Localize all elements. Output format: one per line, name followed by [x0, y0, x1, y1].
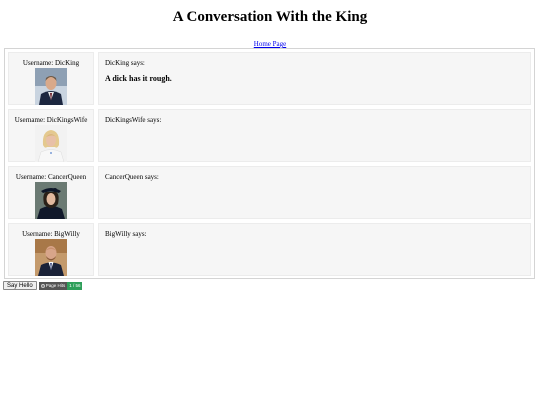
- says-label: DicKing says:: [105, 59, 145, 67]
- post-row: Username: CancerQueen CancerQueen says:: [8, 166, 531, 219]
- say-hello-button[interactable]: Say Hello: [3, 281, 37, 290]
- avatar: [35, 239, 67, 276]
- avatar: [35, 182, 67, 219]
- home-page-link[interactable]: Home Page: [254, 40, 286, 48]
- home-link-container: Home Page: [0, 33, 540, 48]
- says-label: CancerQueen says:: [105, 173, 159, 181]
- page-title: A Conversation With the King: [172, 9, 368, 25]
- username-label: Username: BigWilly: [22, 230, 80, 238]
- eye-icon: [40, 283, 45, 288]
- user-cell: Username: BigWilly: [8, 223, 94, 276]
- page-hits-count: 1 / 56: [67, 281, 83, 290]
- footer: Say Hello Page Hits 1 / 56: [3, 281, 83, 290]
- message-cell: DicKing says: A dick has it rough.: [98, 52, 531, 105]
- page-hits-label: Page Hits: [45, 282, 66, 288]
- username-label: Username: DicKing: [22, 59, 80, 67]
- page-hits-label-box: Page Hits: [38, 281, 68, 290]
- avatar: [35, 125, 67, 162]
- says-label: BigWilly says:: [105, 230, 147, 238]
- post-row: Username: BigWilly BigWilly says:: [8, 223, 531, 276]
- avatar: [35, 68, 67, 105]
- username-label: Username: DicKingsWife: [14, 116, 88, 124]
- username-label: Username: CancerQueen: [15, 173, 87, 181]
- conversation-board: Username: DicKing DicKing says: A dick h…: [4, 48, 535, 279]
- user-cell: Username: CancerQueen: [8, 166, 94, 219]
- message-cell: CancerQueen says:: [98, 166, 531, 219]
- message-cell: BigWilly says:: [98, 223, 531, 276]
- message-cell: DicKingsWife says:: [98, 109, 531, 162]
- message-text: A dick has it rough.: [105, 74, 172, 83]
- says-label: DicKingsWife says:: [105, 116, 162, 124]
- post-row: Username: DicKing DicKing says: A dick h…: [8, 52, 531, 105]
- post-row: Username: DicKingsWife DicKingsWife says…: [8, 109, 531, 162]
- page-hits-badge: Page Hits 1 / 56: [38, 281, 83, 290]
- user-cell: Username: DicKing: [8, 52, 94, 105]
- user-cell: Username: DicKingsWife: [8, 109, 94, 162]
